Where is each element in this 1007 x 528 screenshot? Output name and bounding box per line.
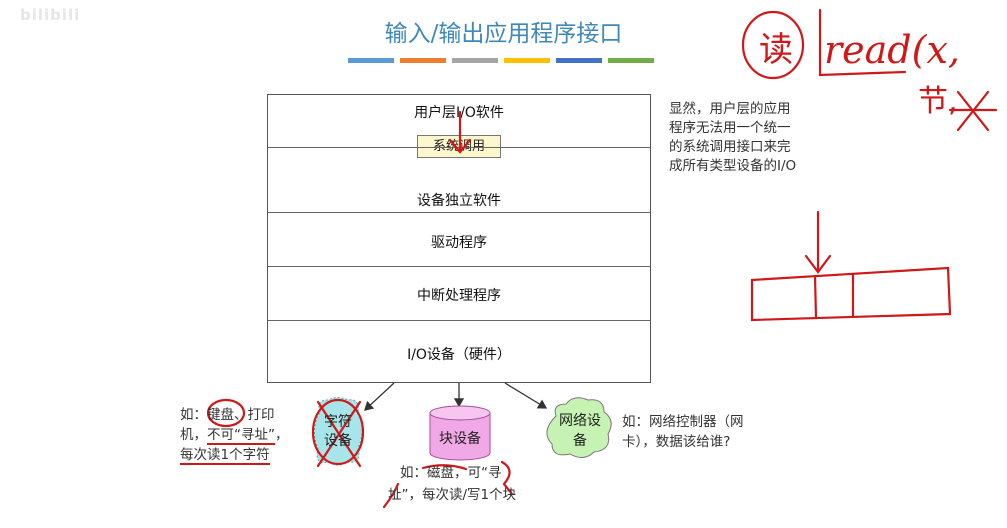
annotation-buffer-boxes [750,266,952,322]
note-line: 如：网络控制器（网 [622,414,744,430]
network-device-note: 如：网络控制器（网 卡），数据该给谁? [622,412,744,452]
note-per-char: 每次读1个字符 [180,447,270,465]
arrow-to-char-device [364,382,395,411]
note-line: 卡），数据该给谁? [622,434,731,450]
note-text: 如： [180,407,207,423]
diagram-graphics [206,8,998,509]
note-text: ， [275,427,289,443]
note-text: ，可“寻 [454,465,502,481]
note-keyboard: 键盘 [207,407,234,423]
handwritten-read-call: read(x, [824,28,960,72]
note-text: 如： [400,465,427,481]
arrow-to-network-device [504,382,548,409]
handwritten-du: 读 [759,30,793,70]
block-device-label: 块设备 [439,431,481,447]
char-device-note: 如：键盘、打印 机，不可“寻址”， 每次读1个字符 [180,405,289,465]
note-text: 机， [180,427,207,443]
note-not-addressable: 不可“寻址” [207,427,275,445]
network-device-label: 网络设备 [559,413,601,449]
handwritten-line2: 节, [918,84,958,119]
block-device-note-line2: 址”，每次读/写1个块 [388,485,516,505]
note-text: 址” [388,487,409,503]
note-disk: 磁盘 [427,465,454,481]
block-device-note: 如：磁盘，可“寻 [400,463,502,483]
char-device-label: 字符设备 [324,414,352,449]
note-per-block: ，每次读/写1个块 [408,487,517,503]
note-text: 、打印 [234,407,275,423]
